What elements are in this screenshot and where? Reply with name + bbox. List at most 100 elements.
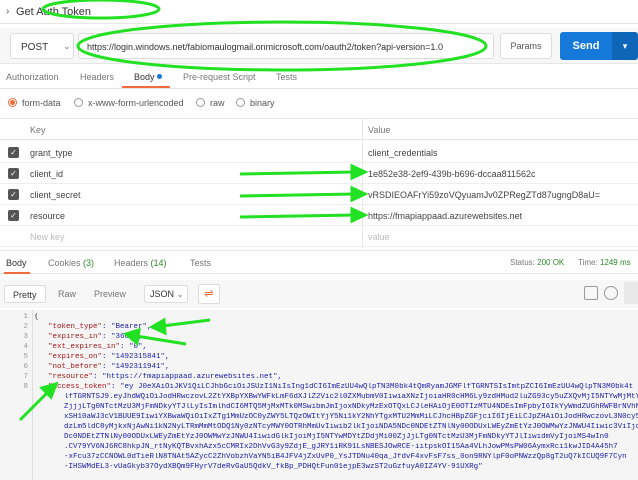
json-key: "expires_on" — [48, 353, 103, 361]
token-line: .CV79YV6NJ6RC8hkpJN_rtNyKQTBvxhAzx5cCMRI… — [64, 443, 618, 451]
line-number: 5 — [23, 353, 28, 361]
kv-value[interactable]: https://fmapiappaad.azurewebsites.net — [368, 211, 522, 221]
kv-new-row: New key value — [0, 226, 638, 247]
format-select[interactable]: JSON ⌄ — [144, 285, 188, 303]
json-value: : "0", — [120, 343, 148, 351]
token-line: lfTGRNTSJ9.eyJhdWQiOiJodHRwczovL2ZtYXBpY… — [64, 393, 638, 401]
kv-key[interactable]: resource — [30, 211, 65, 221]
code-line: "expires_on": "1492315841", — [48, 353, 170, 361]
gutter-divider — [32, 310, 33, 480]
token-line: -IHSWMdEL3-vUaGkyb37OydXBQm9FHyrV7deRvGa… — [64, 463, 483, 471]
url-text: https://login.windows.net/fabiomaulogmai… — [87, 42, 443, 52]
checkbox-icon[interactable]: ✓ — [8, 147, 19, 158]
json-key: "not_before" — [48, 363, 103, 371]
kv-key[interactable]: client_secret — [30, 190, 81, 200]
kv-row: ✓ client_id 1e852e38-2ef9-439b-b696-dcca… — [0, 163, 638, 184]
time-label: Time: — [578, 258, 598, 267]
kv-value[interactable]: vRSDIEOAFrYi59zoVQyuamJv0ZPRegZTd87ugngD… — [368, 190, 600, 200]
tab-tests[interactable]: Tests — [276, 72, 297, 82]
kv-key[interactable]: grant_type — [30, 148, 73, 158]
tabs-divider — [0, 88, 638, 89]
search-icon[interactable] — [604, 286, 618, 300]
radio-label-form-data: form-data — [22, 98, 61, 108]
kv-key[interactable]: client_id — [30, 169, 63, 179]
chevron-down-icon: ⌄ — [176, 289, 185, 299]
kv-value[interactable]: client_credentials — [368, 148, 438, 158]
params-button[interactable]: Params — [500, 33, 552, 59]
method-select[interactable]: POST ⌄ — [10, 33, 74, 59]
status-label: Status: — [510, 258, 535, 267]
json-key: "resource" — [48, 373, 94, 381]
resp-tab-tests[interactable]: Tests — [190, 258, 211, 268]
url-input[interactable]: https://login.windows.net/fabiomaulogmai… — [78, 33, 494, 59]
format-label: JSON — [150, 289, 175, 299]
radio-form-data[interactable] — [8, 98, 17, 107]
tab-pre-request-script[interactable]: Pre-request Script — [183, 72, 256, 82]
checkbox-icon[interactable]: ✓ — [8, 168, 19, 179]
resp-tab-headers[interactable]: Headers (14) — [114, 258, 167, 268]
kv-row: ✓ grant_type client_credentials — [0, 142, 638, 163]
checkbox-icon[interactable]: ✓ — [8, 189, 19, 200]
code-line: "ext_expires_in": "0", — [48, 343, 147, 351]
active-resp-tab-underline — [4, 272, 30, 274]
radio-urlencoded[interactable] — [74, 98, 83, 107]
status-value: 200 OK — [537, 258, 565, 267]
token-line: -xFcu37zCCNOWL0dTieRlN8TNAt5AZycC2ZhVobz… — [64, 453, 627, 461]
line-number: 3 — [23, 333, 28, 341]
cookies-count: (3) — [83, 258, 95, 268]
json-value: : "Bearer", — [102, 323, 152, 331]
title-bar: › Get Auth Token — [0, 0, 638, 24]
collapse-chevron-icon[interactable]: › — [6, 6, 9, 17]
new-key-input[interactable]: New key — [30, 232, 65, 242]
line-number: 2 — [23, 323, 28, 331]
wrap-lines-icon[interactable]: ⇌ — [198, 284, 220, 304]
request-title[interactable]: Get Auth Token — [16, 6, 91, 18]
view-preview-button[interactable]: Preview — [86, 285, 134, 303]
headers-label: Headers — [114, 258, 149, 268]
json-key: "expires_in" — [48, 333, 103, 341]
radio-label-binary: binary — [250, 98, 275, 108]
tab-body[interactable]: Body — [134, 72, 155, 82]
token-line: dzLm5ldC8yMjkxNjAwNi1kN2NyLTRmMmMtODQ1Ny… — [64, 423, 638, 431]
method-label: POST — [21, 42, 49, 53]
token-line: Dc0NDEtZTNlNy00ODUxLWEyZmEtYzJ0OWMwYzJNW… — [64, 433, 609, 441]
line-number: 4 — [23, 343, 28, 351]
token-line: ZjjjLTg0NTctMzU3MjFmNDkyYTJlLyIsImlhdCI6… — [64, 403, 638, 411]
line-number: 8 — [23, 383, 28, 391]
status-indicator: Status: 200 OK — [510, 258, 564, 267]
json-value: : "3600", — [102, 333, 143, 341]
resp-tab-cookies[interactable]: Cookies (3) — [48, 258, 94, 268]
tab-headers[interactable]: Headers — [80, 72, 114, 82]
json-value: : "https://fmapiappaad.azurewebsites.net… — [93, 373, 283, 381]
chevron-down-icon: ⌄ — [63, 41, 71, 51]
view-pretty-button[interactable]: Pretty — [4, 285, 46, 303]
value-column-header: Value — [368, 125, 391, 135]
radio-binary[interactable] — [236, 98, 245, 107]
code-line: "expires_in": "3600", — [48, 333, 143, 341]
token-line: xSH10aWJ3cV1BUUE9IiwiYXBwaWQiOiIxZTg1MmU… — [64, 413, 638, 421]
tab-authorization[interactable]: Authorization — [6, 72, 59, 82]
send-button[interactable]: Send — [560, 32, 612, 60]
code-line: "access_token": "ey J0eXAiOiJKV1QiLCJhbG… — [48, 383, 638, 391]
view-raw-button[interactable]: Raw — [50, 285, 84, 303]
json-key: "access_token" — [48, 383, 112, 391]
json-value: : "1492311941", — [102, 363, 170, 371]
resp-tab-body[interactable]: Body — [6, 258, 27, 268]
new-value-input[interactable]: value — [368, 232, 390, 242]
save-response-button[interactable] — [624, 282, 638, 304]
radio-raw[interactable] — [196, 98, 205, 107]
json-key: "ext_expires_in" — [48, 343, 121, 351]
copy-icon[interactable] — [584, 286, 598, 300]
kv-row: ✓ resource https://fmapiappaad.azurewebs… — [0, 205, 638, 226]
radio-label-raw: raw — [210, 98, 225, 108]
send-dropdown-icon[interactable]: ▾ — [612, 32, 638, 60]
line-number: 1 — [23, 313, 28, 321]
checkbox-icon[interactable]: ✓ — [8, 210, 19, 221]
kv-value[interactable]: 1e852e38-2ef9-439b-b696-dccaa811562c — [368, 169, 535, 179]
radio-label-urlencoded: x-www-form-urlencoded — [88, 98, 184, 108]
code-line: "resource": "https://fmapiappaad.azurewe… — [48, 373, 282, 381]
time-value: 1249 ms — [599, 258, 631, 267]
key-column-header: Key — [30, 125, 46, 135]
headers-count: (14) — [150, 258, 167, 268]
json-value: : "1492315841", — [102, 353, 170, 361]
